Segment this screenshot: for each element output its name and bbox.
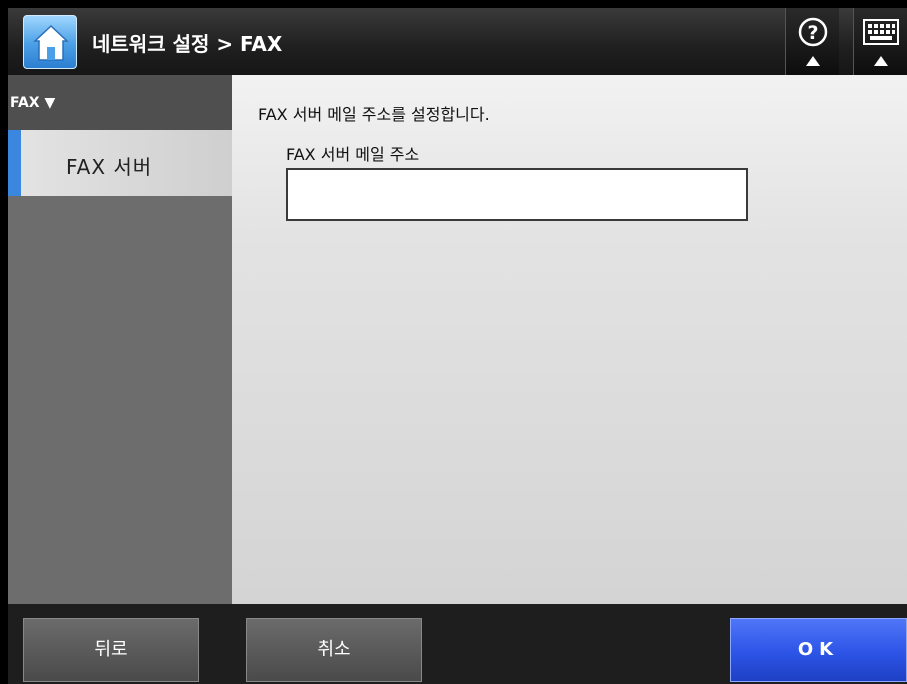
back-button[interactable]: 뒤로 [23,618,199,682]
keyboard-button[interactable] [853,8,907,75]
ok-button[interactable]: OK [730,618,907,682]
fax-server-email-field[interactable] [286,168,748,221]
main-panel: FAX 서버 메일 주소를 설정합니다. FAX 서버 메일 주소 [232,75,907,604]
sidebar-item-fax-server[interactable]: FAX 서버 [8,130,232,196]
keyboard-icon [863,19,899,66]
sidebar-item-label: FAX 서버 [66,155,153,179]
cancel-button[interactable]: 취소 [246,618,422,682]
sidebar-section-header[interactable]: FAX ▼ [8,75,232,130]
page-description: FAX 서버 메일 주소를 설정합니다. [258,105,490,124]
sidebar-section-label: FAX ▼ [10,95,56,111]
help-icon: ? [798,17,828,66]
header-bar: 네트워크 설정 > FAX ? [8,8,907,75]
home-icon [33,24,69,61]
home-button[interactable] [23,15,77,69]
page-title: 네트워크 설정 > FAX [92,32,283,56]
selected-indicator [8,130,21,196]
footer-bar: 뒤로 취소 OK [8,604,907,684]
fax-server-email-label: FAX 서버 메일 주소 [286,145,420,164]
help-button[interactable]: ? [785,8,839,75]
svg-text:?: ? [807,22,818,44]
sidebar: FAX ▼ FAX 서버 [8,75,232,604]
